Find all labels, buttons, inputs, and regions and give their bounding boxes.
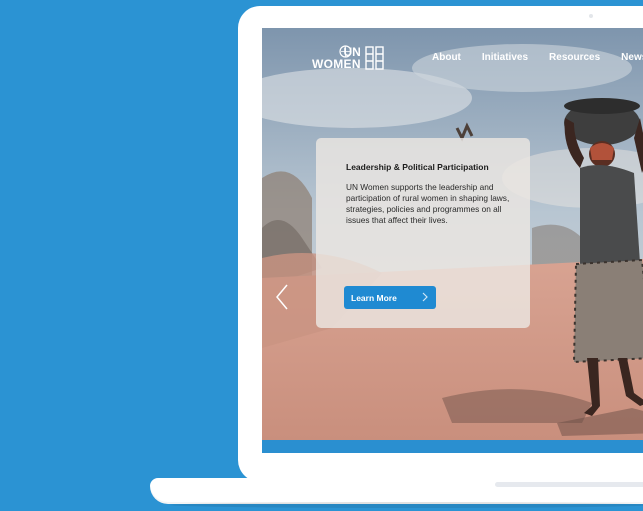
hero-title: Leadership & Political Participation	[346, 162, 489, 172]
main-nav: About Initiatives Resources News	[432, 52, 643, 63]
nav-item-resources[interactable]: Resources	[549, 52, 600, 63]
laptop-shadow	[170, 502, 643, 508]
chevron-right-icon	[422, 292, 428, 302]
hero-description: UN Women supports the leadership and par…	[346, 182, 510, 225]
screen-bottom-bar	[262, 440, 643, 453]
nav-item-news[interactable]: News	[621, 52, 643, 63]
laptop-screen: UN WOMEN About Initiatives Resources New…	[262, 28, 643, 453]
camera-dot	[589, 14, 593, 18]
nav-item-about[interactable]: About	[432, 52, 461, 63]
chevron-left-icon[interactable]	[274, 283, 290, 311]
learn-more-button[interactable]: Learn More	[344, 286, 436, 309]
un-women-logo[interactable]: UN WOMEN	[312, 45, 385, 71]
learn-more-label: Learn More	[351, 293, 397, 303]
hero-card: Leadership & Political Participation UN …	[316, 138, 530, 328]
nav-item-initiatives[interactable]: Initiatives	[482, 52, 528, 63]
un-emblem-icon	[339, 45, 352, 58]
logo-line2: WOMEN	[312, 57, 361, 71]
laptop-base-groove	[495, 482, 643, 487]
women-symbol-icon	[365, 46, 384, 70]
